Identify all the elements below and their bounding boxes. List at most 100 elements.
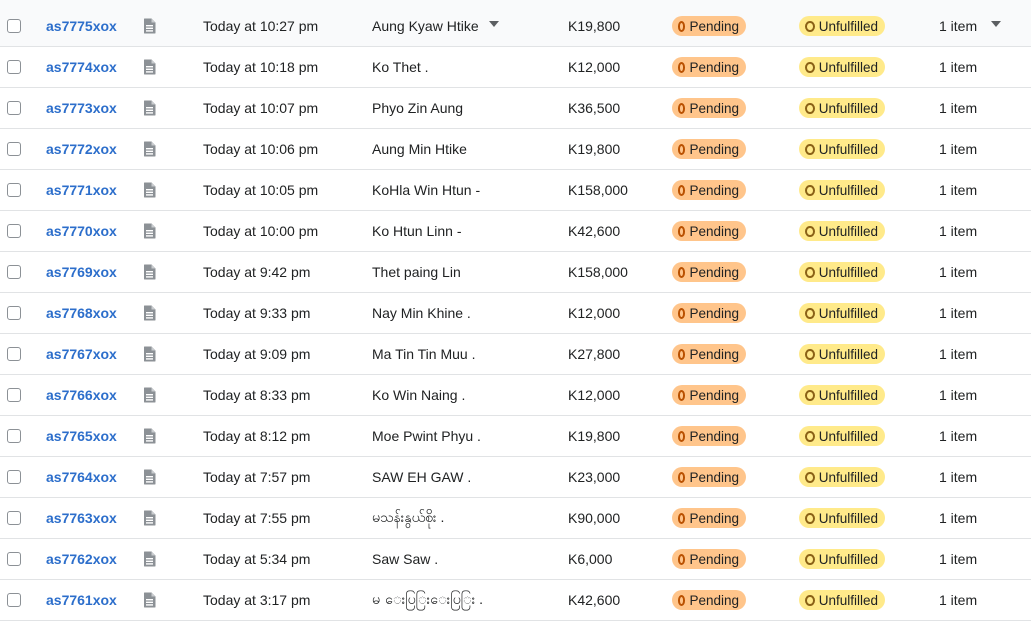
- order-number-link[interactable]: as7768xox: [46, 293, 117, 333]
- items-count[interactable]: 1 item: [939, 211, 977, 251]
- table-row[interactable]: as7765xox Today at 8:12 pm Moe Pwint Phyu …: [0, 416, 1031, 457]
- customer-name[interactable]: Saw Saw .: [372, 539, 438, 579]
- table-row[interactable]: as7767xox Today at 9:09 pm Ma Tin Tin Muu …: [0, 334, 1031, 375]
- payment-status-badge: Pending: [672, 590, 746, 610]
- table-row[interactable]: as7769xox Today at 9:42 pm Thet paing Lin K…: [0, 252, 1031, 293]
- order-number-link[interactable]: as7767xox: [46, 334, 117, 374]
- items-count[interactable]: 1 item: [939, 498, 977, 538]
- chevron-down-icon[interactable]: [489, 21, 499, 27]
- items-count[interactable]: 1 item: [939, 539, 977, 579]
- table-row[interactable]: as7762xox Today at 5:34 pm Saw Saw . K6,000…: [0, 539, 1031, 580]
- items-count[interactable]: 1 item: [939, 416, 977, 456]
- customer-name[interactable]: Aung Min Htike: [372, 129, 467, 169]
- row-checkbox[interactable]: [7, 511, 21, 525]
- note-icon[interactable]: [142, 334, 156, 374]
- order-total: K23,000: [568, 469, 621, 485]
- note-icon[interactable]: [142, 580, 156, 620]
- note-icon[interactable]: [142, 6, 156, 46]
- row-checkbox[interactable]: [7, 470, 21, 484]
- order-number-link[interactable]: as7774xox: [46, 47, 117, 87]
- row-checkbox[interactable]: [7, 593, 21, 607]
- customer-name[interactable]: မသန်းနွယ်စိုး .: [372, 498, 444, 538]
- items-count[interactable]: 1 item: [939, 580, 977, 620]
- items-count[interactable]: 1 item: [939, 252, 977, 292]
- row-checkbox[interactable]: [7, 101, 21, 115]
- note-icon[interactable]: [142, 252, 156, 292]
- row-checkbox[interactable]: [7, 224, 21, 238]
- table-row[interactable]: as7772xox Today at 10:06 pm Aung Min Htike…: [0, 129, 1031, 170]
- items-count[interactable]: 1 item: [939, 293, 977, 333]
- chevron-down-icon[interactable]: [991, 21, 1001, 27]
- customer-name[interactable]: Ko Htun Linn -: [372, 211, 462, 251]
- order-number-link[interactable]: as7772xox: [46, 129, 117, 169]
- items-count[interactable]: 1 item: [939, 334, 977, 374]
- row-checkbox[interactable]: [7, 347, 21, 361]
- order-number-link[interactable]: as7763xox: [46, 498, 117, 538]
- fulfillment-status-badge: Unfulfilled: [799, 16, 885, 36]
- items-count[interactable]: 1 item: [939, 88, 977, 128]
- order-number-link[interactable]: as7769xox: [46, 252, 117, 292]
- note-icon[interactable]: [142, 375, 156, 415]
- customer-name[interactable]: Ma Tin Tin Muu .: [372, 334, 475, 374]
- row-checkbox[interactable]: [7, 265, 21, 279]
- row-checkbox[interactable]: [7, 142, 21, 156]
- customer-name[interactable]: Ko Win Naing .: [372, 375, 465, 415]
- order-number-link[interactable]: as7764xox: [46, 457, 117, 497]
- table-row[interactable]: as7766xox Today at 8:33 pm Ko Win Naing . K…: [0, 375, 1031, 416]
- order-number-link[interactable]: as7771xox: [46, 170, 117, 210]
- items-count[interactable]: 1 item: [939, 129, 977, 169]
- note-icon[interactable]: [142, 457, 156, 497]
- note-icon[interactable]: [142, 416, 156, 456]
- note-icon[interactable]: [142, 498, 156, 538]
- unfulfilled-status-icon: [805, 102, 815, 114]
- table-row[interactable]: as7773xox Today at 10:07 pm Phyo Zin Aung K…: [0, 88, 1031, 129]
- note-icon[interactable]: [142, 211, 156, 251]
- customer-name[interactable]: Moe Pwint Phyu .: [372, 416, 481, 456]
- pending-status-icon: [678, 348, 686, 360]
- table-row[interactable]: as7761xox Today at 3:17 pm မ ေးပြြးေးပြြး …: [0, 580, 1031, 621]
- note-icon[interactable]: [142, 47, 156, 87]
- note-icon[interactable]: [142, 170, 156, 210]
- customer-name[interactable]: Nay Min Khine .: [372, 293, 471, 333]
- table-row[interactable]: as7763xox Today at 7:55 pm မသန်းနွယ်စိုး .…: [0, 498, 1031, 539]
- payment-status-label: Pending: [689, 141, 739, 157]
- table-row[interactable]: as7774xox Today at 10:18 pm Ko Thet . K12,0…: [0, 47, 1031, 88]
- note-icon[interactable]: [142, 88, 156, 128]
- customer-name[interactable]: SAW EH GAW .: [372, 457, 471, 497]
- row-checkbox[interactable]: [7, 19, 21, 33]
- row-checkbox[interactable]: [7, 183, 21, 197]
- row-checkbox-cell: [7, 334, 23, 374]
- order-number-link[interactable]: as7766xox: [46, 375, 117, 415]
- customer-name[interactable]: Phyo Zin Aung: [372, 88, 463, 128]
- note-icon[interactable]: [142, 293, 156, 333]
- customer-name[interactable]: Aung Kyaw Htike: [372, 6, 479, 46]
- customer-name[interactable]: Ko Thet .: [372, 47, 429, 87]
- items-count[interactable]: 1 item: [939, 170, 977, 210]
- order-number-link[interactable]: as7773xox: [46, 88, 117, 128]
- table-row[interactable]: as7775xox Today at 10:27 pm Aung Kyaw Htik…: [0, 0, 1031, 47]
- table-row[interactable]: as7768xox Today at 9:33 pm Nay Min Khine .…: [0, 293, 1031, 334]
- row-checkbox[interactable]: [7, 60, 21, 74]
- table-row[interactable]: as7771xox Today at 10:05 pm KoHla Win Htun…: [0, 170, 1031, 211]
- order-number-link[interactable]: as7762xox: [46, 539, 117, 579]
- note-icon[interactable]: [142, 129, 156, 169]
- row-checkbox[interactable]: [7, 552, 21, 566]
- customer-name[interactable]: Thet paing Lin: [372, 252, 461, 292]
- order-number-link[interactable]: as7761xox: [46, 580, 117, 620]
- items-count[interactable]: 1 item: [939, 47, 977, 87]
- table-row[interactable]: as7770xox Today at 10:00 pm Ko Htun Linn -…: [0, 211, 1031, 252]
- order-number-link[interactable]: as7775xox: [46, 6, 117, 46]
- table-row[interactable]: as7764xox Today at 7:57 pm SAW EH GAW . K23…: [0, 457, 1031, 498]
- row-checkbox[interactable]: [7, 306, 21, 320]
- order-number-link[interactable]: as7770xox: [46, 211, 117, 251]
- row-checkbox[interactable]: [7, 388, 21, 402]
- row-checkbox[interactable]: [7, 429, 21, 443]
- row-checkbox-cell: [7, 457, 23, 497]
- customer-name[interactable]: မ ေးပြြးေးပြြး .: [372, 580, 483, 620]
- customer-name[interactable]: KoHla Win Htun -: [372, 170, 480, 210]
- note-icon[interactable]: [142, 539, 156, 579]
- items-count[interactable]: 1 item: [939, 375, 977, 415]
- items-count[interactable]: 1 item: [939, 457, 977, 497]
- items-count[interactable]: 1 item: [939, 6, 977, 46]
- order-number-link[interactable]: as7765xox: [46, 416, 117, 456]
